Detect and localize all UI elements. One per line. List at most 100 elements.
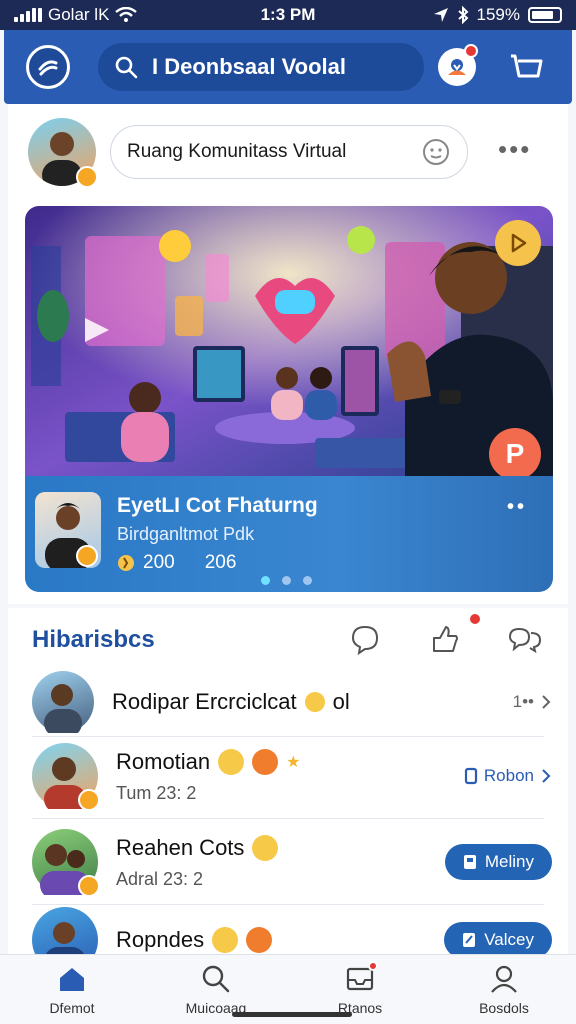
- battery-icon: [528, 7, 562, 23]
- notification-button[interactable]: [438, 44, 478, 86]
- featured-subtitle: Birdganltmot Pdk: [117, 524, 255, 544]
- divider: [32, 818, 544, 819]
- reaction-emoji-icon: [252, 748, 279, 775]
- list-end-text: 1••: [512, 692, 534, 711]
- nav-label: Dfemot: [49, 999, 95, 1016]
- more-options-button[interactable]: •••: [498, 134, 531, 165]
- coin-icon: [118, 555, 134, 571]
- emoji-icon[interactable]: [421, 137, 451, 167]
- list-avatar: [32, 743, 100, 813]
- list-name: Romotian ★: [116, 748, 464, 775]
- list-item[interactable]: Reahen Cots Adral 23: 2 Meliny: [32, 826, 552, 899]
- bookmark-icon: [464, 767, 477, 785]
- carrier-label: Golar lK: [48, 5, 110, 24]
- list-end[interactable]: Robon: [464, 766, 552, 786]
- list-end-text: Robon: [483, 766, 534, 785]
- profile-icon: [489, 964, 519, 994]
- composer-input[interactable]: Ruang Komunitass Virtual: [110, 125, 468, 179]
- user-avatar[interactable]: [28, 118, 98, 190]
- list-text: Ropndes: [116, 927, 444, 953]
- list-name: Ropndes: [116, 927, 444, 953]
- app-header: I Deonbsaal Voolal: [4, 30, 572, 104]
- list-name-text: Reahen Cots: [116, 834, 245, 860]
- signal-icon: [14, 8, 42, 22]
- list-action-label: Meliny: [484, 852, 534, 871]
- list-item[interactable]: Romotian ★ Tum 23: 2 Robon: [32, 740, 552, 813]
- search-text: I Deonbsaal Voolal: [152, 54, 346, 79]
- search-bar[interactable]: I Deonbsaal Voolal: [98, 43, 424, 91]
- app-screen: Golar lK 1:3 PM 159% I Deonbsaal Voolal: [0, 0, 576, 1024]
- search-icon: [201, 964, 231, 994]
- inbox-icon: [345, 960, 378, 994]
- list-meta: Tum 23: 2: [116, 782, 197, 803]
- feed-card: Ruang Komunitass Virtual ••• P EyetLI Co…: [8, 104, 568, 604]
- carousel-dots[interactable]: [261, 576, 312, 585]
- nav-label: Bosdols: [479, 999, 529, 1016]
- featured-image: [25, 206, 553, 476]
- smile-emoji-icon: [212, 927, 239, 953]
- group-chat-icon[interactable]: [506, 620, 544, 658]
- logo-icon[interactable]: [26, 45, 70, 89]
- featured-info: EyetLI Cot Fhaturng Birdganltmot Pdk 200…: [25, 476, 553, 592]
- wifi-icon: [115, 7, 138, 22]
- list-action-label: Valcey: [484, 930, 534, 949]
- featured-more-button[interactable]: ••: [507, 496, 527, 519]
- status-bar: Golar lK 1:3 PM 159%: [0, 0, 576, 30]
- featured-badge-icon[interactable]: P: [489, 428, 541, 480]
- post-composer: Ruang Komunitass Virtual: [28, 118, 468, 190]
- avatar-badge: [78, 789, 100, 811]
- bluetooth-icon: [457, 6, 468, 24]
- inbox-badge: [368, 960, 378, 971]
- list-avatar: [32, 829, 100, 899]
- avatar-badge: [76, 166, 98, 188]
- like-icon[interactable]: [426, 612, 482, 658]
- notification-icon: [448, 59, 466, 75]
- chat-icon[interactable]: [346, 620, 384, 658]
- home-indicator: [232, 1012, 352, 1017]
- cart-button[interactable]: [506, 47, 546, 87]
- list-action-button[interactable]: Valcey: [444, 922, 552, 958]
- battery-percent: 159%: [476, 5, 520, 24]
- avatar-badge: [78, 875, 100, 897]
- carousel-dot[interactable]: [303, 576, 312, 585]
- divider: [32, 736, 544, 737]
- like-badge: [468, 612, 482, 626]
- reaction-emoji-icon: [246, 927, 273, 953]
- nav-profile[interactable]: Bosdols: [432, 955, 576, 1024]
- list-item[interactable]: Rodipar Ercrciclcat ol 1••: [32, 666, 552, 738]
- smile-emoji-icon: [218, 748, 245, 775]
- star-icon: ★: [286, 753, 301, 771]
- nav-home[interactable]: Dfemot: [0, 955, 144, 1024]
- list-name-text: Ropndes: [116, 927, 205, 952]
- carousel-dot[interactable]: [282, 576, 291, 585]
- featured-author-avatar[interactable]: [35, 492, 101, 568]
- featured-stat-a: 200: [143, 552, 175, 573]
- chevron-right-icon: [542, 695, 551, 709]
- list-text: Rodipar Ercrciclcat ol: [112, 689, 513, 715]
- list-end[interactable]: 1••: [513, 692, 552, 712]
- composer-placeholder: Ruang Komunitass Virtual: [127, 141, 347, 162]
- list-name-text: Romotian: [116, 748, 211, 774]
- featured-stats: 200 206: [117, 552, 236, 574]
- section-actions: [346, 612, 544, 658]
- carousel-dot[interactable]: [261, 576, 270, 585]
- emoji-icon: [304, 692, 325, 712]
- message-icon: [463, 855, 476, 869]
- list-name-suffix: ol: [332, 689, 350, 714]
- featured-stat-b: 206: [204, 552, 237, 573]
- featured-post[interactable]: P EyetLI Cot Fhaturng Birdganltmot Pdk 2…: [25, 206, 553, 592]
- list-action-button[interactable]: Meliny: [444, 844, 552, 880]
- home-icon: [57, 964, 87, 994]
- list-text: Romotian ★ Tum 23: 2: [116, 748, 464, 804]
- featured-title: EyetLI Cot Fhaturng: [117, 494, 318, 517]
- location-icon: [433, 8, 448, 22]
- list-meta: Adral 23: 2: [116, 868, 204, 889]
- list-text: Reahen Cots Adral 23: 2: [116, 834, 445, 890]
- list-name-text: Rodipar Ercrciclcat: [112, 689, 297, 714]
- play-icon[interactable]: [495, 220, 541, 266]
- list-avatar: [32, 671, 94, 737]
- notification-badge: [464, 44, 478, 58]
- edit-icon: [463, 933, 476, 947]
- list-name: Rodipar Ercrciclcat ol: [112, 689, 513, 715]
- list-name: Reahen Cots: [116, 834, 445, 861]
